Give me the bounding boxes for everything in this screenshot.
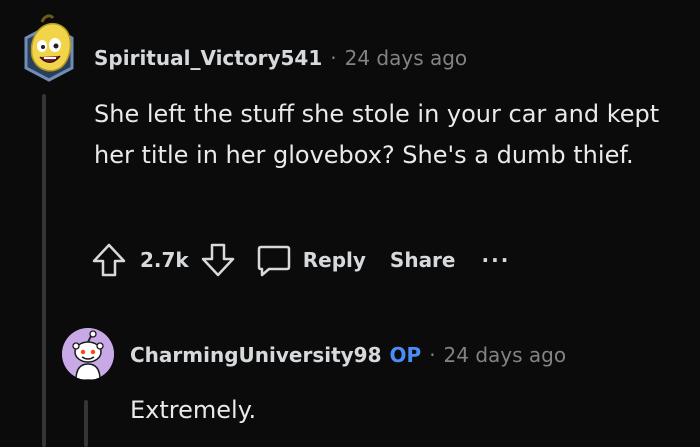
more-options-button[interactable]: ··· bbox=[482, 248, 511, 272]
downvote-arrow-icon bbox=[201, 243, 234, 277]
reply-button[interactable]: Reply bbox=[255, 241, 366, 279]
separator-dot: · bbox=[330, 46, 337, 70]
comment-header: Spiritual_Victory541 · 24 days ago bbox=[94, 46, 467, 70]
user-avatar[interactable] bbox=[20, 12, 78, 82]
upvote-arrow-icon bbox=[92, 243, 126, 277]
vote-count: 2.7k bbox=[140, 248, 189, 272]
thread-line-main[interactable] bbox=[42, 94, 46, 447]
reply-label: Reply bbox=[302, 248, 366, 272]
comment-bubble-icon bbox=[257, 245, 290, 277]
username[interactable]: Spiritual_Victory541 bbox=[94, 46, 322, 70]
comment-body: She left the stuff she stole in your car… bbox=[94, 100, 660, 169]
reply-user-avatar[interactable] bbox=[62, 328, 114, 380]
share-button[interactable]: Share bbox=[390, 248, 456, 272]
reply-timestamp[interactable]: 24 days ago bbox=[444, 343, 567, 367]
op-badge: OP bbox=[389, 343, 422, 367]
reply-username[interactable]: CharmingUniversity98 bbox=[130, 343, 382, 367]
snoo-banana-avatar-icon bbox=[24, 14, 74, 82]
separator-dot: · bbox=[429, 343, 436, 367]
reply-comment-body: Extremely. bbox=[130, 396, 257, 424]
comment-actions: 2.7k Reply Share ··· bbox=[90, 242, 510, 278]
upvote-button[interactable] bbox=[90, 241, 128, 279]
timestamp[interactable]: 24 days ago bbox=[345, 46, 468, 70]
reply-comment-header: CharmingUniversity98 OP · 24 days ago bbox=[130, 343, 566, 367]
thread-line-reply[interactable] bbox=[84, 400, 88, 447]
downvote-button[interactable] bbox=[199, 241, 237, 279]
snoo-default-avatar-icon bbox=[62, 328, 114, 380]
more-options-icon: ··· bbox=[481, 248, 511, 272]
share-label: Share bbox=[389, 248, 456, 272]
